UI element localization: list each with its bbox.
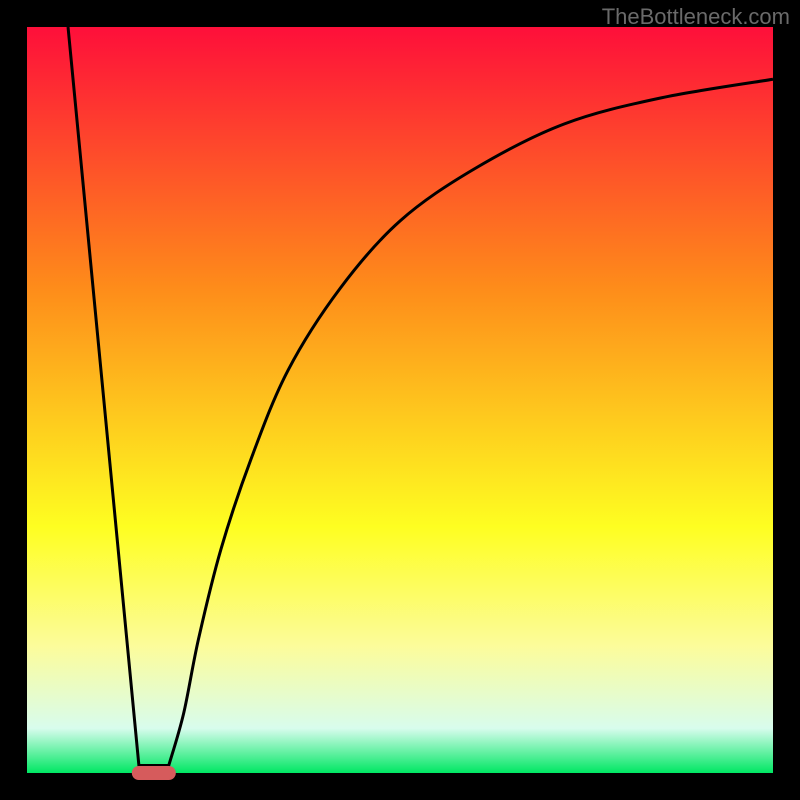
bottleneck-chart <box>0 0 800 800</box>
watermark-text: TheBottleneck.com <box>602 4 790 30</box>
optimal-marker <box>132 766 176 780</box>
gradient-plot-area <box>27 27 773 773</box>
chart-container: TheBottleneck.com <box>0 0 800 800</box>
